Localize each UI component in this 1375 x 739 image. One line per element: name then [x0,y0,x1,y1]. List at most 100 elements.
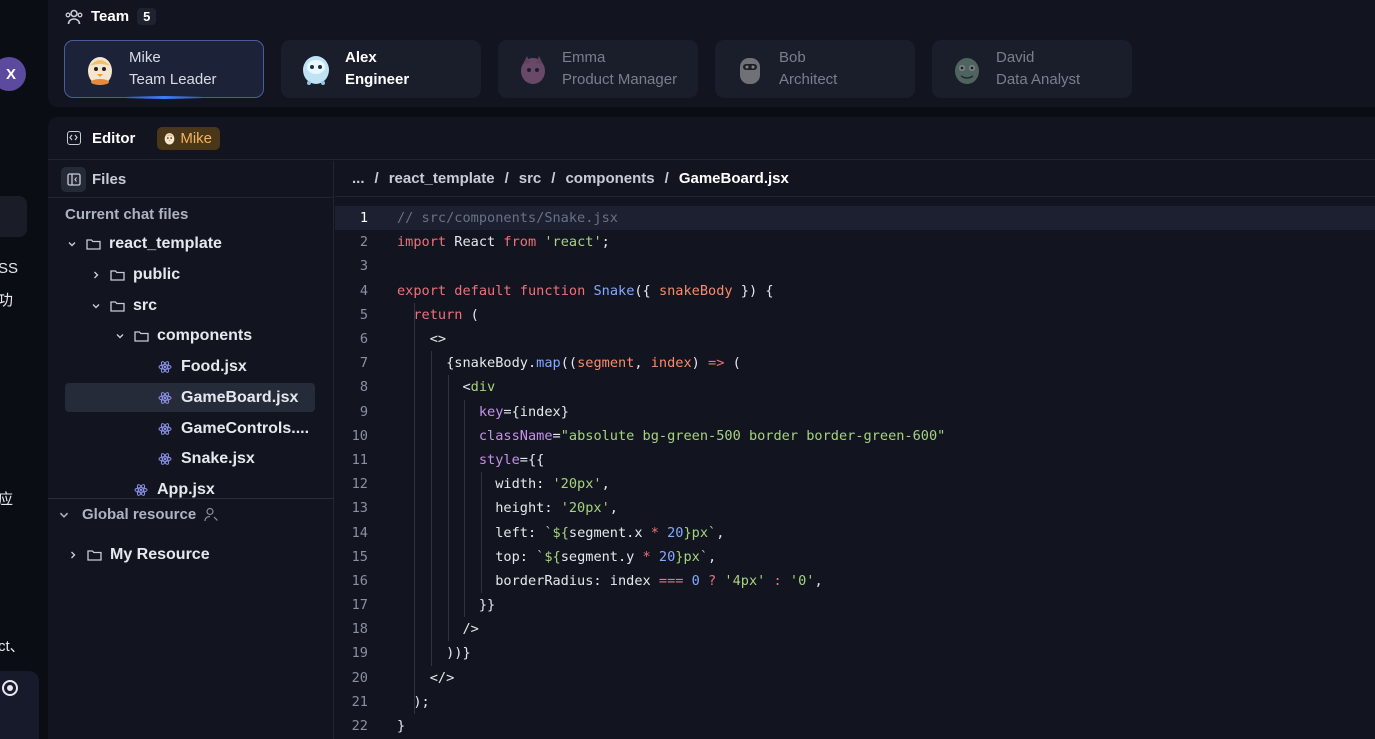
code-token: return [413,306,463,323]
tree-file-food[interactable]: Food.jsx [158,352,247,381]
indent-guide [481,544,483,569]
code-line[interactable]: 8 < div [335,375,1375,400]
tree-file-gameboard[interactable]: GameBoard.jsx [65,383,315,412]
indent-guide [464,593,466,618]
code-line[interactable]: 11 style ={{ [335,447,1375,473]
code-token: export [397,282,447,299]
code-line[interactable]: 21 ); [335,689,1375,714]
folder-icon [110,269,125,281]
code-editor[interactable]: 1 // src/components/Snake.jsx 2 import Reac… [335,206,1375,738]
member-card-david[interactable]: David Data Analyst [932,40,1132,98]
code-line[interactable]: 4 export default function Snake({ snakeBo… [335,279,1375,303]
member-card-alex[interactable]: Alex Engineer [281,40,481,98]
code-line[interactable]: 2 import React from 'react'; [335,230,1375,254]
code-line[interactable]: 18 /> [335,617,1375,642]
tree-folder-public[interactable]: public [90,260,180,289]
code-line[interactable]: 14 left: `${segment.x * 20}px`, [335,520,1375,545]
sidebar-toggle-icon[interactable] [61,166,86,192]
tree-label: react_template [109,234,222,252]
team-title: Team [91,8,130,25]
code-line[interactable]: 7 {snakeBody. map((segment, index) => ( [335,351,1375,376]
record-icon[interactable] [2,680,18,696]
pink-creature-avatar [516,52,550,86]
tree-file-snake[interactable]: Snake.jsx [158,444,255,473]
code-line[interactable]: 3 [335,254,1375,278]
edge-snippet: 应 [0,491,14,508]
code-line[interactable]: 10 className = "absolute bg-green-500 bord… [335,423,1375,448]
line-number: 17 [351,597,368,614]
code-token: '20px' [552,476,602,493]
tree-file-gamecontrols[interactable]: GameControls.... [158,414,309,443]
code-line[interactable]: 12 width: '20px', [335,472,1375,497]
current-chat-files-label: Current chat files [65,206,189,223]
tree-folder-react-template[interactable]: react_template [66,229,222,258]
code-line[interactable]: 15 top: `${segment.y * 20}px`, [335,544,1375,569]
code-token: import [397,234,447,251]
global-resource-label: Global resource [82,506,197,523]
tree-label: src [133,296,158,314]
member-card-emma[interactable]: Emma Product Manager [498,40,698,98]
code-line[interactable]: 13 height: '20px', [335,496,1375,521]
indent-guide [414,544,415,569]
breadcrumb-item[interactable]: react_template [389,170,495,187]
tree-folder-my-resource[interactable]: My Resource [67,546,210,564]
folder-icon [110,300,125,312]
indent-guide [414,617,415,642]
chevron-right-icon [90,269,102,281]
code-token: ; [601,234,610,251]
code-line[interactable]: 22} [335,714,1375,738]
code-line[interactable]: 6 <> [335,326,1375,352]
line-number: 5 [359,306,368,323]
egg-chick-avatar [83,52,117,86]
global-resource-toggle[interactable]: Global resource [58,506,219,523]
code-line[interactable]: 20 </> [335,665,1375,690]
member-card-mike[interactable]: Mike Team Leader [64,40,264,99]
code-line[interactable]: 19 ))} [335,641,1375,666]
code-line[interactable]: 17 }} [335,593,1375,618]
member-card-bob[interactable]: Bob Architect [715,40,915,98]
tree-folder-components[interactable]: components [114,321,252,350]
chevron-down-icon [114,330,126,342]
editor-title: Editor [92,129,136,147]
indent-guide [447,472,449,497]
user-settings-icon[interactable] [204,507,219,522]
indent-guide [447,496,449,521]
breadcrumb-item[interactable]: components [565,170,654,187]
tree-label: GameBoard.jsx [181,388,299,406]
tree-folder-src[interactable]: src [90,291,157,320]
indent-guide [464,568,466,593]
tree-label: Snake.jsx [181,449,255,467]
indent-guide [414,568,415,593]
line-number: 3 [359,258,368,275]
agent-badge[interactable]: Mike [157,126,221,150]
indent-guide [414,423,415,448]
chevron-down-icon [66,238,78,250]
indent-guide [414,399,415,424]
breadcrumb-separator: / [374,170,379,187]
editor-panel: Editor Mike Files Current chat files rea… [48,117,1375,739]
breadcrumb-item[interactable]: ... [352,170,365,187]
line-number: 1 [359,210,368,227]
code-token: `${ [536,548,561,565]
indent-guide [414,593,415,618]
breadcrumb-current: GameBoard.jsx [678,170,789,187]
edge-panel-box[interactable] [0,196,27,237]
code-line[interactable]: 16 borderRadius: index === 0 ? '4px' : '… [335,568,1375,593]
member-role: Team Leader [129,71,217,88]
code-line[interactable]: 9 key ={index} [335,399,1375,424]
files-sidebar: Files Current chat files react_template … [48,161,334,739]
line-number: 7 [359,355,368,372]
code-token: left: [397,524,545,541]
code-line[interactable]: 5 return ( [335,302,1375,327]
breadcrumb-item[interactable]: src [519,170,542,187]
user-avatar[interactable]: X [0,57,26,91]
code-line[interactable]: 1 // src/components/Snake.jsx [335,206,1375,231]
tree-file-app[interactable]: App.jsx [134,475,215,499]
